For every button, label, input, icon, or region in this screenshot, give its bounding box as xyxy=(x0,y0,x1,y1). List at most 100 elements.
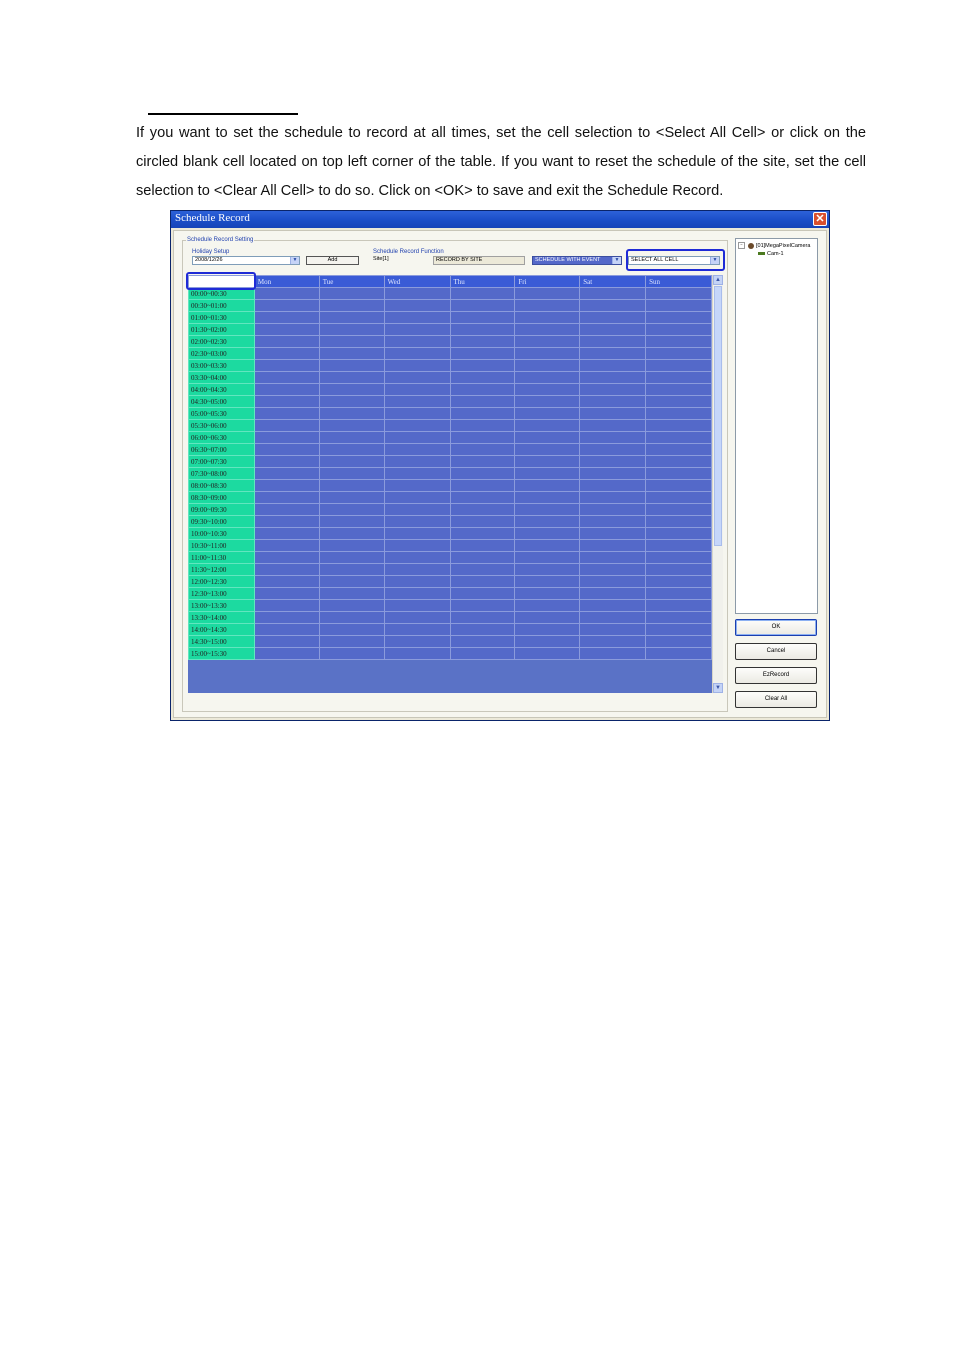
schedule-cell[interactable] xyxy=(449,479,516,492)
schedule-cell[interactable] xyxy=(514,371,581,384)
schedule-cell[interactable] xyxy=(645,515,712,528)
day-header-sat[interactable]: Sat xyxy=(579,275,647,288)
schedule-cell[interactable] xyxy=(645,647,712,660)
schedule-cell[interactable] xyxy=(514,551,581,564)
schedule-cell[interactable] xyxy=(383,431,451,444)
schedule-cell[interactable] xyxy=(449,599,516,612)
schedule-cell[interactable] xyxy=(383,539,451,552)
schedule-cell[interactable] xyxy=(383,503,451,516)
schedule-cell[interactable] xyxy=(579,311,647,324)
schedule-cell[interactable] xyxy=(449,647,516,660)
time-slot-label[interactable]: 11:30~12:00 xyxy=(188,563,255,576)
window-titlebar[interactable]: Schedule Record ✕ xyxy=(171,211,829,228)
schedule-cell[interactable] xyxy=(449,359,516,372)
schedule-cell[interactable] xyxy=(449,347,516,360)
day-header-wed[interactable]: Wed xyxy=(383,275,451,288)
tree-root-item[interactable]: − [01]MegaPixelCamera xyxy=(738,242,810,249)
schedule-cell[interactable] xyxy=(579,395,647,408)
time-slot-label[interactable]: 03:30~04:00 xyxy=(188,371,255,384)
schedule-cell[interactable] xyxy=(383,347,451,360)
time-slot-label[interactable]: 07:30~08:00 xyxy=(188,467,255,480)
schedule-cell[interactable] xyxy=(383,587,451,600)
schedule-cell[interactable] xyxy=(318,359,385,372)
schedule-cell[interactable] xyxy=(318,551,385,564)
schedule-cell[interactable] xyxy=(514,311,581,324)
time-slot-label[interactable]: 04:30~05:00 xyxy=(188,395,255,408)
schedule-cell[interactable] xyxy=(318,491,385,504)
schedule-cell[interactable] xyxy=(514,299,581,312)
schedule-cell[interactable] xyxy=(449,419,516,432)
schedule-cell[interactable] xyxy=(318,443,385,456)
schedule-cell[interactable] xyxy=(645,455,712,468)
schedule-cell[interactable] xyxy=(579,347,647,360)
schedule-cell[interactable] xyxy=(645,599,712,612)
schedule-cell[interactable] xyxy=(514,395,581,408)
schedule-cell[interactable] xyxy=(645,611,712,624)
schedule-cell[interactable] xyxy=(383,407,451,420)
schedule-cell[interactable] xyxy=(318,599,385,612)
day-header-mon[interactable]: Mon xyxy=(253,275,320,288)
schedule-cell[interactable] xyxy=(449,395,516,408)
schedule-cell[interactable] xyxy=(579,491,647,504)
time-slot-label[interactable]: 01:00~01:30 xyxy=(188,311,255,324)
schedule-cell[interactable] xyxy=(449,503,516,516)
schedule-cell[interactable] xyxy=(253,419,320,432)
schedule-cell[interactable] xyxy=(253,431,320,444)
scroll-down-icon[interactable]: ▼ xyxy=(713,683,723,693)
time-slot-label[interactable]: 00:30~01:00 xyxy=(188,299,255,312)
schedule-cell[interactable] xyxy=(449,383,516,396)
schedule-cell[interactable] xyxy=(449,635,516,648)
schedule-cell[interactable] xyxy=(579,647,647,660)
schedule-cell[interactable] xyxy=(449,551,516,564)
schedule-cell[interactable] xyxy=(318,299,385,312)
schedule-cell[interactable] xyxy=(579,419,647,432)
ok-button[interactable]: OK xyxy=(735,619,817,636)
collapse-icon[interactable]: − xyxy=(738,242,745,249)
schedule-cell[interactable] xyxy=(514,335,581,348)
schedule-cell[interactable] xyxy=(383,515,451,528)
schedule-cell[interactable] xyxy=(579,635,647,648)
schedule-cell[interactable] xyxy=(318,611,385,624)
schedule-cell[interactable] xyxy=(253,491,320,504)
grid-scrollbar[interactable]: ▲ ▼ xyxy=(712,275,723,693)
schedule-cell[interactable] xyxy=(514,407,581,420)
schedule-cell[interactable] xyxy=(383,491,451,504)
schedule-cell[interactable] xyxy=(579,575,647,588)
time-slot-label[interactable]: 01:30~02:00 xyxy=(188,323,255,336)
schedule-cell[interactable] xyxy=(579,551,647,564)
schedule-cell[interactable] xyxy=(318,371,385,384)
schedule-cell[interactable] xyxy=(514,491,581,504)
schedule-cell[interactable] xyxy=(514,647,581,660)
schedule-cell[interactable] xyxy=(383,647,451,660)
schedule-cell[interactable] xyxy=(318,431,385,444)
time-slot-label[interactable]: 07:00~07:30 xyxy=(188,455,255,468)
schedule-cell[interactable] xyxy=(383,599,451,612)
schedule-cell[interactable] xyxy=(579,407,647,420)
schedule-cell[interactable] xyxy=(579,467,647,480)
schedule-cell[interactable] xyxy=(449,299,516,312)
schedule-cell[interactable] xyxy=(383,443,451,456)
schedule-cell[interactable] xyxy=(579,299,647,312)
schedule-cell[interactable] xyxy=(253,407,320,420)
schedule-cell[interactable] xyxy=(645,575,712,588)
schedule-cell[interactable] xyxy=(318,395,385,408)
schedule-cell[interactable] xyxy=(318,335,385,348)
schedule-cell[interactable] xyxy=(514,635,581,648)
schedule-cell[interactable] xyxy=(383,455,451,468)
schedule-cell[interactable] xyxy=(514,323,581,336)
schedule-cell[interactable] xyxy=(318,347,385,360)
schedule-cell[interactable] xyxy=(645,395,712,408)
schedule-cell[interactable] xyxy=(253,563,320,576)
time-slot-label[interactable]: 09:30~10:00 xyxy=(188,515,255,528)
day-header-sun[interactable]: Sun xyxy=(645,275,712,288)
schedule-cell[interactable] xyxy=(253,503,320,516)
schedule-cell[interactable] xyxy=(383,299,451,312)
schedule-cell[interactable] xyxy=(579,599,647,612)
schedule-cell[interactable] xyxy=(383,383,451,396)
schedule-cell[interactable] xyxy=(514,527,581,540)
schedule-cell[interactable] xyxy=(318,563,385,576)
schedule-cell[interactable] xyxy=(318,419,385,432)
schedule-cell[interactable] xyxy=(645,443,712,456)
scrollbar-thumb[interactable] xyxy=(714,286,722,546)
schedule-cell[interactable] xyxy=(514,539,581,552)
